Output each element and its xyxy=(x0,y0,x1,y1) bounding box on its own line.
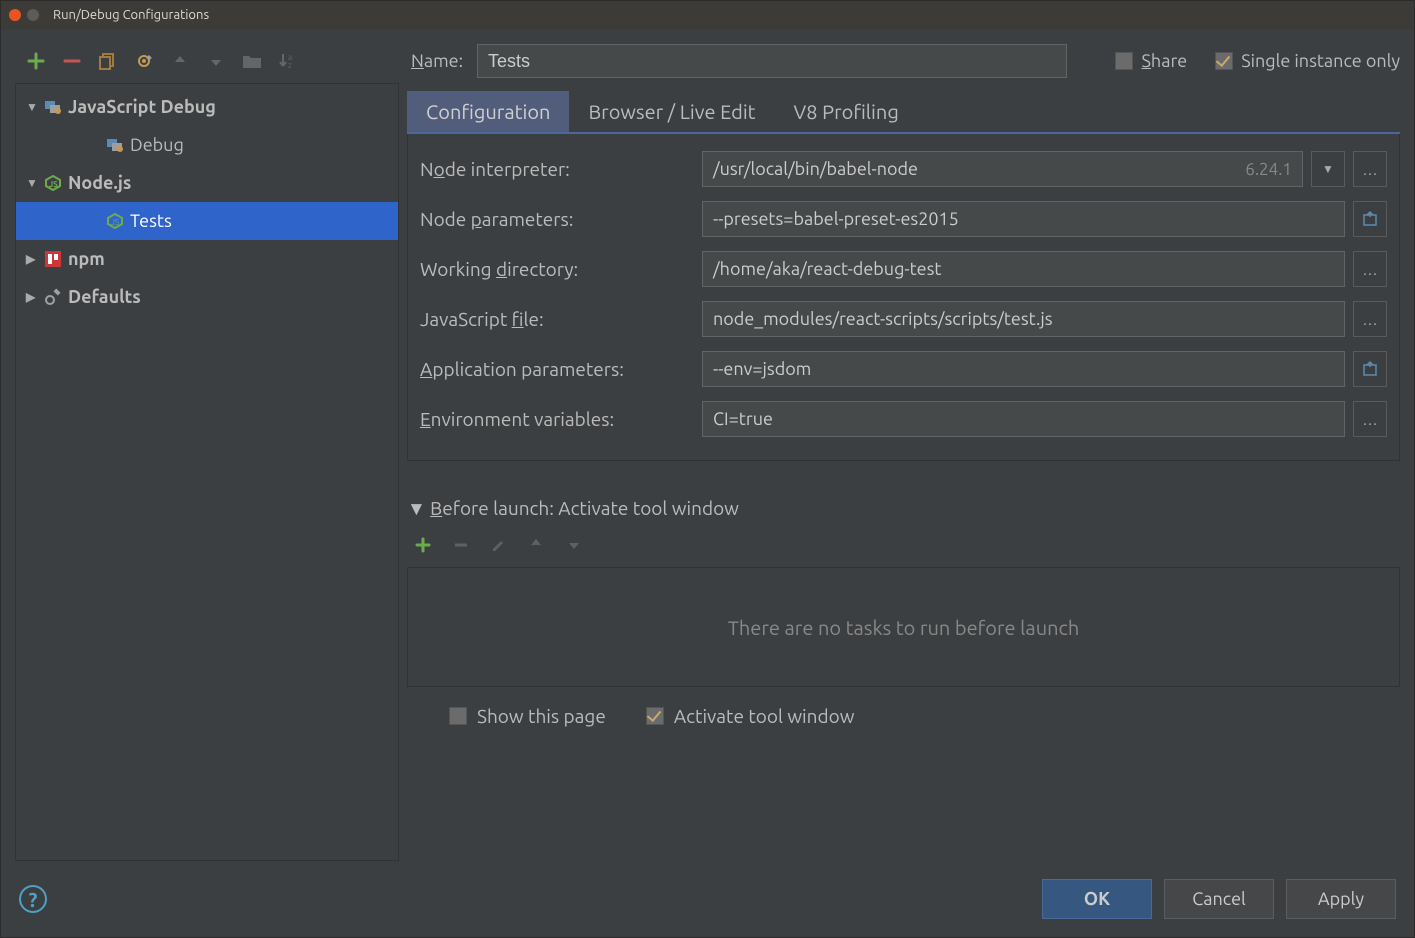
javascript-file-value: node_modules/react-scripts/scripts/test.… xyxy=(713,309,1053,329)
tab-configuration[interactable]: Configuration xyxy=(407,91,569,132)
javascript-debug-icon xyxy=(44,98,62,116)
tree-item-tests[interactable]: JS Tests xyxy=(16,202,398,240)
application-parameters-field[interactable]: --env=jsdom xyxy=(702,351,1345,387)
tabs: Configuration Browser / Live Edit V8 Pro… xyxy=(407,91,1400,134)
working-directory-label: Working directory: xyxy=(420,258,698,280)
tree-label: Node.js xyxy=(68,173,131,193)
close-window-icon[interactable] xyxy=(9,9,21,21)
chevron-down-icon: ▼ xyxy=(26,100,38,114)
node-parameters-label: Node parameters: xyxy=(420,208,698,230)
javascript-file-browse[interactable]: … xyxy=(1353,301,1387,337)
task-down-button[interactable] xyxy=(567,537,587,557)
tree-item-nodejs[interactable]: ▼ JS Node.js xyxy=(16,164,398,202)
environment-variables-browse[interactable]: … xyxy=(1353,401,1387,437)
environment-variables-value: CI=true xyxy=(713,409,773,429)
config-toolbar: az xyxy=(15,39,399,83)
javascript-file-field[interactable]: node_modules/react-scripts/scripts/test.… xyxy=(702,301,1345,337)
titlebar: Run/Debug Configurations xyxy=(1,1,1414,29)
node-parameters-expand[interactable] xyxy=(1353,201,1387,237)
single-instance-checkbox[interactable]: Single instance only xyxy=(1215,51,1400,71)
config-form: Node interpreter: /usr/local/bin/babel-n… xyxy=(407,134,1400,461)
node-parameters-value: --presets=babel-preset-es2015 xyxy=(713,209,959,229)
svg-text:JS: JS xyxy=(111,218,119,227)
folder-button[interactable] xyxy=(241,50,263,72)
node-parameters-field[interactable]: --presets=babel-preset-es2015 xyxy=(702,201,1345,237)
tree-label: Debug xyxy=(130,135,184,155)
application-parameters-value: --env=jsdom xyxy=(713,359,811,379)
remove-config-button[interactable] xyxy=(61,50,83,72)
tab-v8-profiling[interactable]: V8 Profiling xyxy=(775,91,918,132)
tree-label: Tests xyxy=(130,211,172,231)
nodejs-icon: JS xyxy=(106,212,124,230)
move-down-button[interactable] xyxy=(205,50,227,72)
edit-defaults-button[interactable] xyxy=(133,50,155,72)
before-launch-toolbar xyxy=(407,527,1400,567)
help-button[interactable]: ? xyxy=(19,885,47,913)
activate-tool-window-label: Activate tool window xyxy=(674,705,855,727)
single-instance-label: Single instance only xyxy=(1241,51,1400,71)
before-launch-list: There are no tasks to run before launch xyxy=(407,567,1400,687)
move-up-button[interactable] xyxy=(169,50,191,72)
environment-variables-field[interactable]: CI=true xyxy=(702,401,1345,437)
ok-button[interactable]: OK xyxy=(1042,879,1152,919)
javascript-file-label: JavaScript file: xyxy=(420,308,698,330)
before-launch-header[interactable]: ▼ Before launch: Activate tool window xyxy=(407,491,1400,527)
nodejs-icon: JS xyxy=(44,174,62,192)
working-directory-value: /home/aka/react-debug-test xyxy=(713,259,942,279)
before-launch-empty: There are no tasks to run before launch xyxy=(728,616,1080,639)
activate-tool-window-checkbox[interactable]: Activate tool window xyxy=(646,705,855,727)
show-this-page-label: Show this page xyxy=(477,705,606,727)
config-name-input[interactable] xyxy=(477,44,1067,78)
checkbox-checked-icon xyxy=(646,707,664,725)
tree-label: Defaults xyxy=(68,287,141,307)
working-directory-browse[interactable]: … xyxy=(1353,251,1387,287)
node-interpreter-field[interactable]: /usr/local/bin/babel-node 6.24.1 xyxy=(702,151,1303,187)
wrench-gear-icon xyxy=(44,288,62,306)
application-parameters-expand[interactable] xyxy=(1353,351,1387,387)
remove-task-button[interactable] xyxy=(453,537,473,557)
npm-icon xyxy=(44,250,62,268)
checkbox-checked-icon xyxy=(1215,52,1233,70)
other-window-icon[interactable] xyxy=(27,9,39,21)
edit-task-button[interactable] xyxy=(491,537,511,557)
tree-item-javascript-debug[interactable]: ▼ JavaScript Debug xyxy=(16,88,398,126)
chevron-down-icon: ▼ xyxy=(26,176,38,190)
copy-config-button[interactable] xyxy=(97,50,119,72)
checkbox-icon xyxy=(1115,52,1133,70)
application-parameters-label: Application parameters: xyxy=(420,358,698,380)
share-label: Share xyxy=(1141,51,1187,71)
chevron-right-icon: ▶ xyxy=(26,290,38,304)
tree-label: npm xyxy=(68,249,105,269)
tree-item-npm[interactable]: ▶ npm xyxy=(16,240,398,278)
add-config-button[interactable] xyxy=(25,50,47,72)
sort-az-button[interactable]: az xyxy=(277,50,299,72)
tree-item-defaults[interactable]: ▶ Defaults xyxy=(16,278,398,316)
working-directory-field[interactable]: /home/aka/react-debug-test xyxy=(702,251,1345,287)
name-label: Name: xyxy=(411,51,463,71)
node-interpreter-dropdown[interactable]: ▼ xyxy=(1311,151,1345,187)
tree-item-debug[interactable]: Debug xyxy=(16,126,398,164)
show-this-page-checkbox[interactable]: Show this page xyxy=(449,705,606,727)
node-interpreter-browse[interactable]: … xyxy=(1353,151,1387,187)
node-interpreter-label: Node interpreter: xyxy=(420,158,698,180)
apply-button[interactable]: Apply xyxy=(1286,879,1396,919)
tree-label: JavaScript Debug xyxy=(68,97,216,117)
checkbox-icon xyxy=(449,707,467,725)
node-interpreter-version: 6.24.1 xyxy=(1245,160,1292,179)
add-task-button[interactable] xyxy=(415,537,435,557)
share-checkbox[interactable]: Share xyxy=(1115,51,1187,71)
config-tree: ▼ JavaScript Debug Debug ▼ JS xyxy=(15,83,399,861)
environment-variables-label: Environment variables: xyxy=(420,408,698,430)
window-title: Run/Debug Configurations xyxy=(53,8,209,22)
tab-browser-live-edit[interactable]: Browser / Live Edit xyxy=(569,91,774,132)
svg-text:JS: JS xyxy=(49,180,58,189)
svg-text:z: z xyxy=(288,61,292,70)
node-interpreter-value: /usr/local/bin/babel-node xyxy=(713,159,918,179)
chevron-right-icon: ▶ xyxy=(26,252,38,266)
cancel-button[interactable]: Cancel xyxy=(1164,879,1274,919)
task-up-button[interactable] xyxy=(529,537,549,557)
javascript-debug-icon xyxy=(106,136,124,154)
